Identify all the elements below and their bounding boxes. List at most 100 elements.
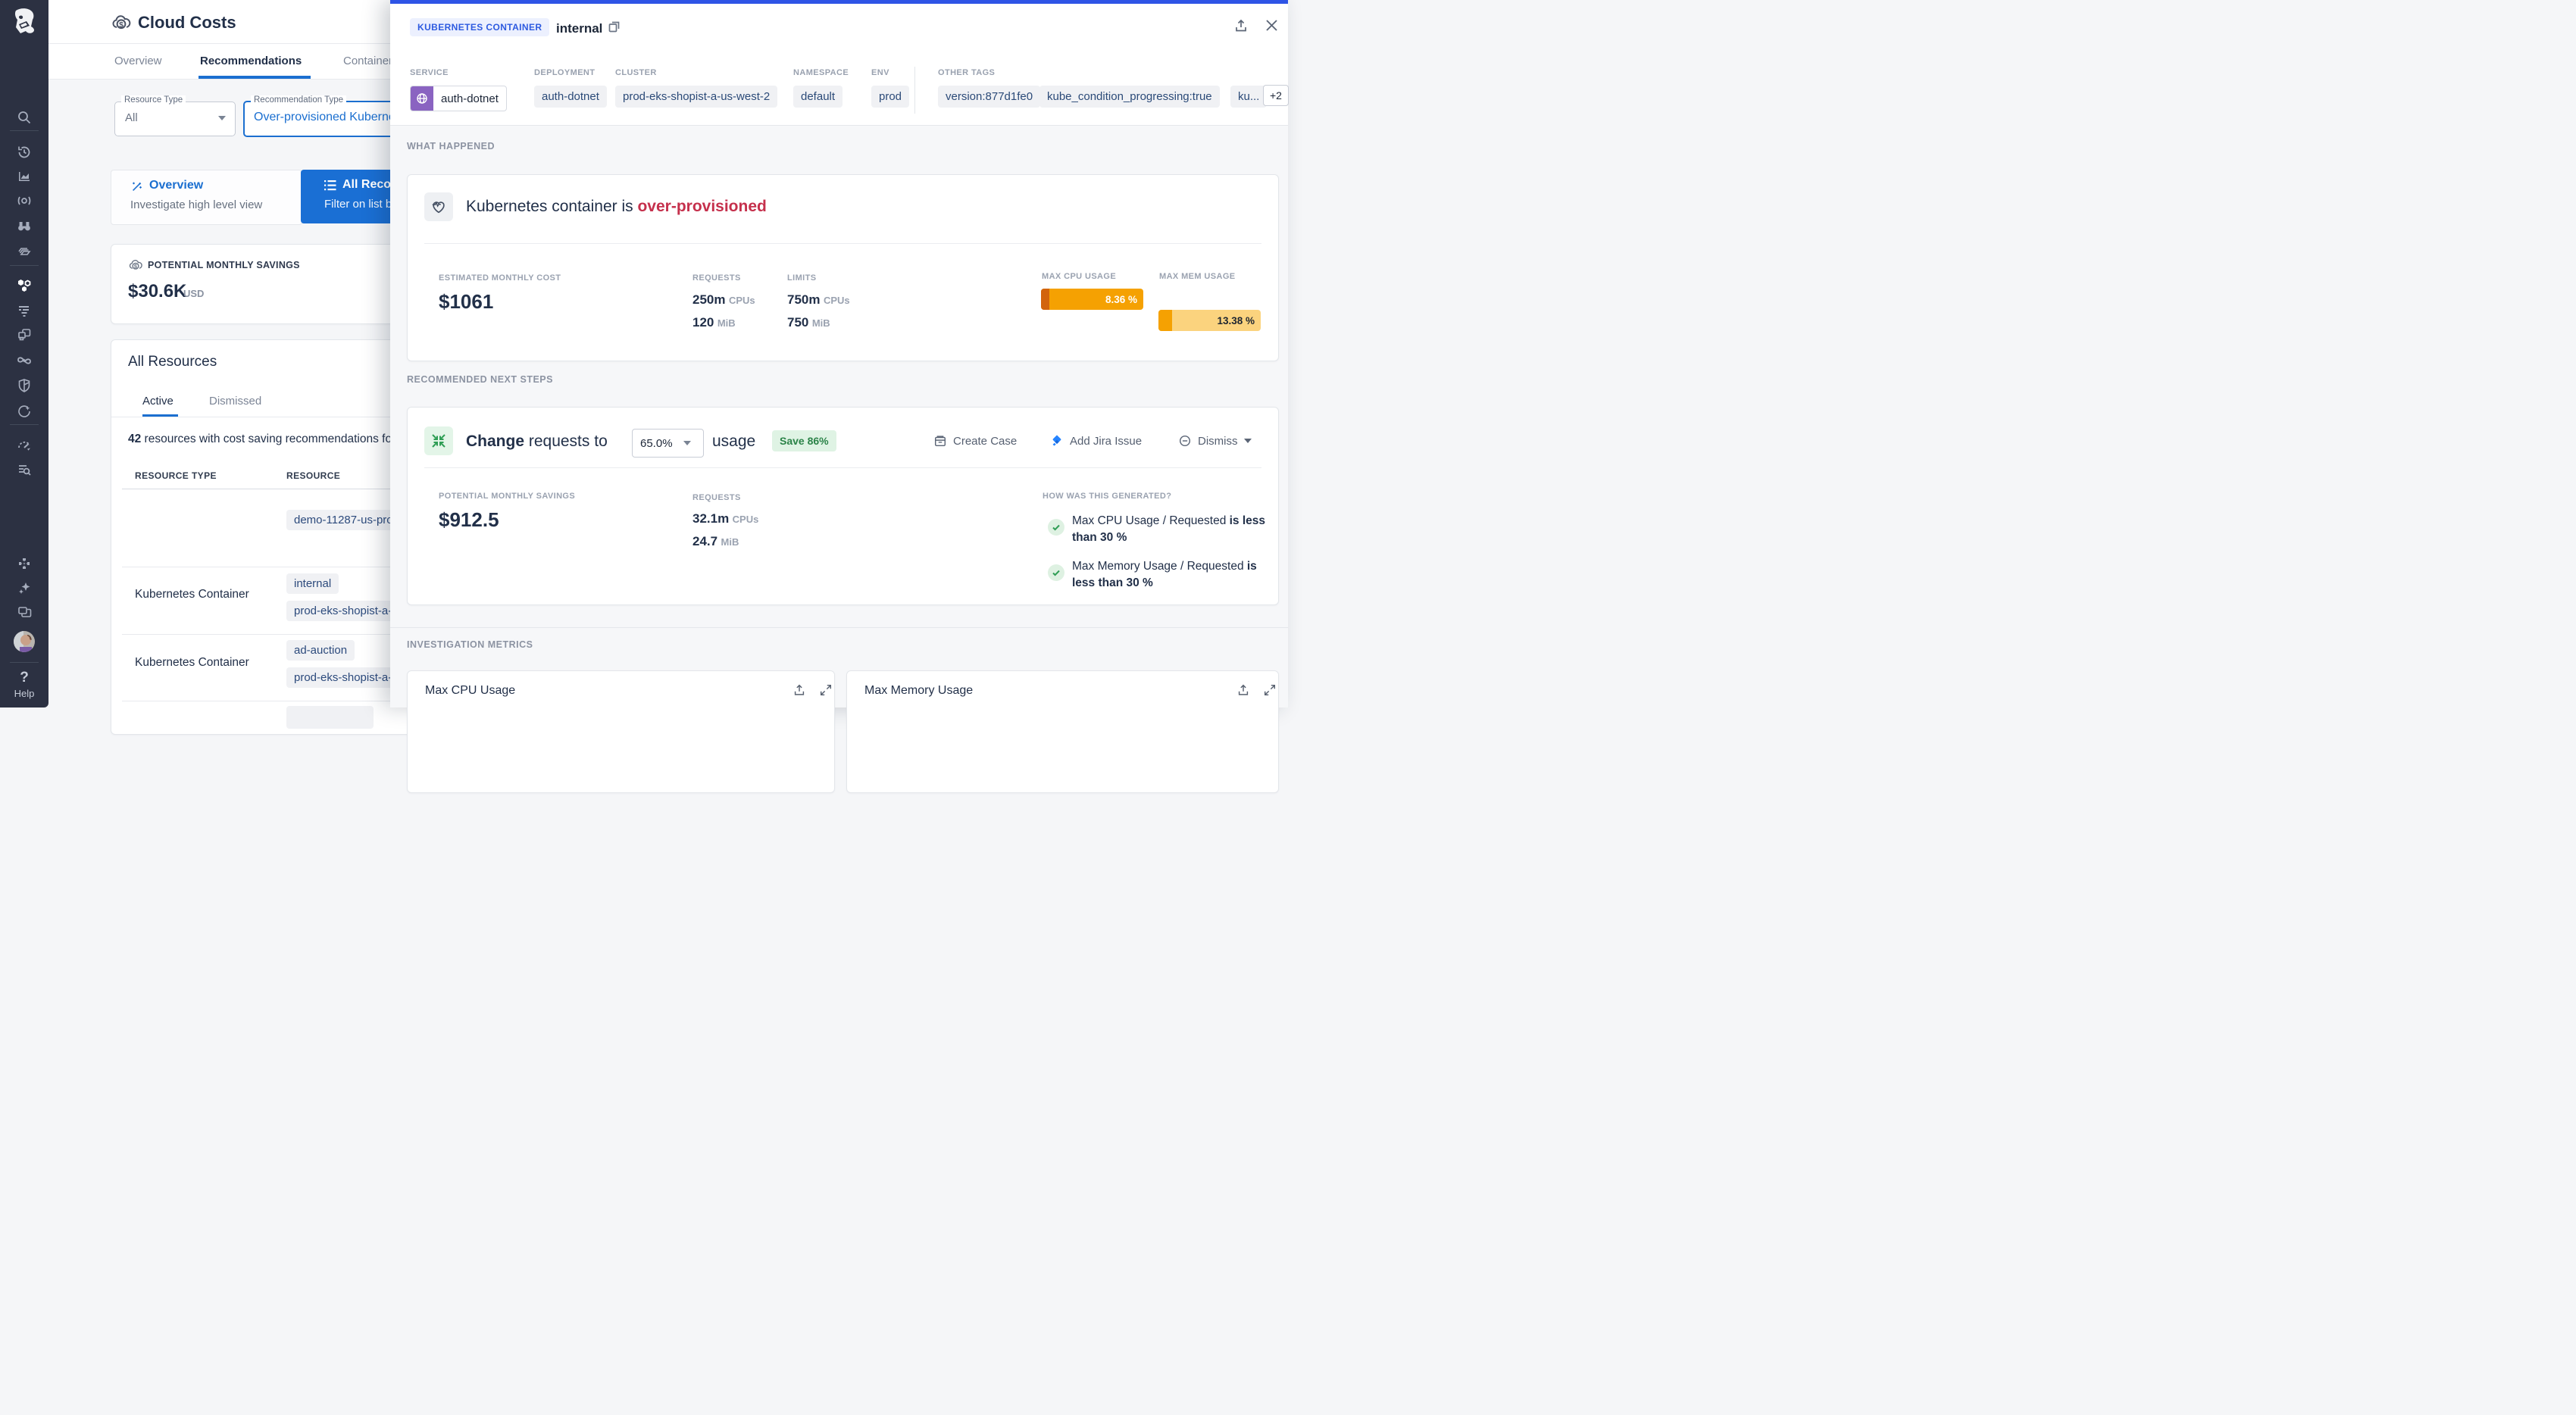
next-steps-card: Change requests to 65.0% usage Save 86% … [407,407,1279,605]
meta-divider [914,67,915,114]
savings-cloud-icon: $ [128,258,143,273]
check-icon [1048,519,1064,536]
ai-sparkles-icon[interactable] [15,579,33,597]
potential-savings-value: $912.5 [439,508,499,532]
datadog-logo[interactable] [10,6,39,36]
search-icon[interactable] [15,108,33,127]
watchdog-icon[interactable] [15,192,33,210]
metrics-icon[interactable] [15,167,33,186]
tag-kube-condition[interactable]: kube_condition_progressing:true [1039,86,1220,108]
tab-overview[interactable]: Overview [114,55,162,67]
tab-recommendations[interactable]: Recommendations [200,55,302,67]
max-mem-label: MAX MEM USAGE [1159,272,1236,281]
workspaces-icon[interactable] [15,603,33,621]
ns-requests-label: REQUESTS [692,493,741,502]
max-mem-usage-bar: 13.38 % [1158,310,1261,331]
dismiss-icon [1178,434,1192,448]
monitoring-gauge-icon[interactable] [15,436,33,454]
usage-percent-dropdown[interactable]: 65.0% [632,429,704,458]
toggle-overview-card[interactable]: Overview Investigate high level view [111,170,302,225]
ns-requests-cpu: 32.1m CPUs [692,511,758,526]
check-icon [1048,564,1064,581]
compress-arrows-icon [424,426,453,455]
col-resource: RESOURCE [286,470,340,481]
integrations-puzzle-icon[interactable] [15,554,33,573]
service-management-icon[interactable] [15,402,33,420]
security-shield-icon[interactable] [15,376,33,395]
deployment-label: DEPLOYMENT [534,68,595,77]
env-value[interactable]: prod [871,86,909,108]
logs-icon[interactable] [15,301,33,320]
close-icon[interactable] [1264,17,1280,33]
investigation-metrics-label: INVESTIGATION METRICS [407,639,533,650]
chart-export-icon[interactable] [1236,683,1250,697]
add-jira-issue-button[interactable]: Add Jira Issue [1050,434,1142,448]
resources-summary-rest: resources with cost saving recommendatio… [141,433,411,445]
service-value: auth-dotnet [433,86,506,111]
service-pill[interactable]: auth-dotnet [410,86,507,111]
max-memory-chart-card: Max Memory Usage [846,670,1279,793]
dropdown-caret-icon [683,441,691,445]
dismiss-button[interactable]: Dismiss [1178,434,1252,448]
create-case-button[interactable]: Create Case [933,434,1017,448]
deployment-value[interactable]: auth-dotnet [534,86,607,108]
dashboards-icon[interactable] [15,326,33,344]
jira-icon [1050,434,1064,448]
requests-mem: 120 MiB [692,315,736,330]
share-export-icon[interactable] [1233,18,1249,33]
log-explorer-icon[interactable] [15,461,33,479]
more-tags-button[interactable]: +2 [1263,85,1289,106]
help-label[interactable]: Help [0,688,48,699]
wand-icon [130,180,144,193]
recommendation-side-panel: KUBERNETES CONTAINER internal SERVICE au… [390,0,1288,708]
col-resource-type: RESOURCE TYPE [135,470,217,481]
user-avatar[interactable] [14,631,35,652]
apm-binoculars-icon[interactable] [15,217,33,235]
svg-text:$: $ [119,20,123,30]
generated-check-2: Max Memory Usage / Requested is less tha… [1072,558,1277,592]
resource-type-caret-icon [218,116,226,120]
resources-summary: 42 resources with cost saving recommenda… [128,433,411,446]
heart-pulse-icon [424,192,453,221]
title-prefix: Kubernetes container is [466,198,637,215]
cluster-value[interactable]: prod-eks-shopist-a-us-west-2 [615,86,777,108]
namespace-value[interactable]: default [793,86,843,108]
chart-export-icon[interactable] [792,683,806,697]
what-happened-title: Kubernetes container is over-provisioned [466,198,767,216]
tag-version[interactable]: version:877d1fe0 [938,86,1040,108]
app-sidebar: ? Help [0,0,48,708]
copy-icon[interactable] [608,20,621,33]
containers-hexagons-icon[interactable] [15,276,33,295]
tag-truncated[interactable]: ku... [1230,86,1267,108]
what-happened-card: Kubernetes container is over-provisioned… [407,174,1279,361]
title-highlight: over-provisioned [637,198,766,215]
max-mem-value: 13.38 % [1217,310,1255,331]
requests-label: REQUESTS [692,273,741,283]
limits-cpu: 750m CPUs [787,292,850,308]
row4-pill[interactable] [286,706,374,729]
savings-label: POTENTIAL MONTHLY SAVINGS [148,260,300,270]
estimated-cost-label: ESTIMATED MONTHLY COST [439,273,561,283]
dismiss-caret-icon [1244,439,1252,443]
next-step-suffix: usage [712,433,755,451]
what-happened-section-label: WHAT HAPPENED [407,141,495,151]
infrastructure-layers-icon[interactable] [15,243,33,261]
max-cpu-value: 8.36 % [1105,289,1137,310]
help-question-icon[interactable]: ? [0,670,48,686]
chart-expand-icon[interactable] [1263,683,1277,697]
row3-pill-1[interactable]: ad-auction [286,640,355,661]
resource-type-select[interactable]: Resource Type All [114,102,236,136]
case-icon [933,434,947,448]
resource-type-label: Resource Type [121,95,186,105]
history-icon[interactable] [15,143,33,161]
ci-pipelines-icon[interactable] [15,351,33,370]
recommendation-type-label: Recommendation Type [251,95,346,105]
tab-active[interactable]: Active [142,395,174,408]
row2-pill-1[interactable]: internal [286,573,339,594]
limits-label: LIMITS [787,273,816,283]
toggle-overview-title: Overview [149,179,203,192]
max-cpu-chart-card: Max CPU Usage [407,670,835,793]
all-resources-title: All Resources [128,354,217,370]
chart-expand-icon[interactable] [819,683,833,697]
tab-dismissed[interactable]: Dismissed [209,395,261,408]
